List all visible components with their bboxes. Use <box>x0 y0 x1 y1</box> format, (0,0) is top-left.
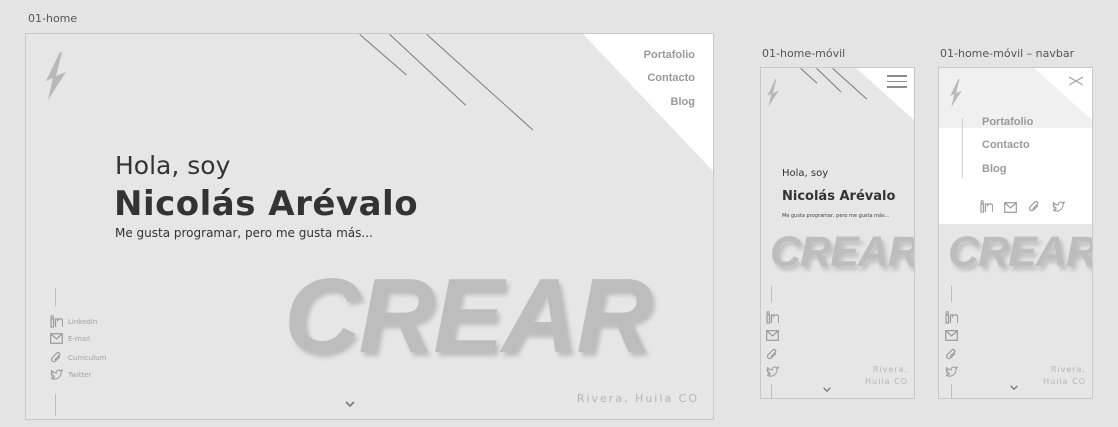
email-icon[interactable] <box>1004 202 1017 213</box>
paperclip-icon[interactable] <box>766 348 779 361</box>
twitter-icon <box>50 369 63 380</box>
linkedin-icon <box>50 315 63 328</box>
frame-label-mobile: 01-home-móvil <box>762 47 846 60</box>
close-icon[interactable] <box>1068 76 1084 86</box>
twitter-icon[interactable] <box>945 366 958 378</box>
social-divider <box>771 384 772 398</box>
social-divider <box>55 288 56 306</box>
chevron-down-icon[interactable] <box>1009 384 1019 391</box>
hero-name: Nicolás Arévalo <box>782 189 896 204</box>
hero-name: Nicolás Arévalo <box>114 184 419 224</box>
location-text: Rivera, Huila CO <box>576 392 699 405</box>
paperclip-icon[interactable] <box>945 348 958 361</box>
social-divider <box>55 394 56 416</box>
location-line2: Huila CO <box>1043 377 1086 386</box>
nav-contacto[interactable]: Contacto <box>647 72 695 84</box>
social-label: Curriculum <box>68 353 107 362</box>
social-label: LinkedIn <box>68 317 98 326</box>
hero-greeting: Hola, soy <box>782 168 829 179</box>
mobile-artboard: Hola, soy Nicolás Arévalo Me gusta progr… <box>760 67 915 399</box>
social-twitter[interactable]: Twitter <box>50 369 91 381</box>
twitter-icon[interactable] <box>766 366 779 378</box>
social-label: Twitter <box>68 371 92 379</box>
lightning-logo[interactable] <box>949 78 963 108</box>
hero-big-word: CREAR <box>284 257 653 375</box>
social-linkedin[interactable]: LinkedIn <box>50 315 97 328</box>
decor-line <box>359 34 407 76</box>
location-line2: Huila CO <box>865 377 908 386</box>
twitter-icon[interactable] <box>1052 201 1065 213</box>
menu-divider <box>962 118 963 178</box>
paperclip-icon <box>50 351 61 363</box>
decor-line <box>800 68 818 84</box>
social-divider <box>771 286 772 302</box>
hamburger-menu-icon[interactable] <box>887 75 907 92</box>
lightning-logo[interactable] <box>44 50 68 102</box>
mobile-navbar-artboard: Portafolio Contacto Blog CREAR Rivera, H… <box>938 67 1093 399</box>
nav-contacto[interactable]: Contacto <box>982 139 1030 151</box>
paperclip-icon[interactable] <box>1028 200 1041 213</box>
social-divider <box>951 384 952 398</box>
nav-portafolio[interactable]: Portafolio <box>982 116 1033 128</box>
hero-tagline: Me gusta programar, pero me gusta más... <box>782 213 890 219</box>
social-email[interactable]: E-mail <box>50 333 90 344</box>
hero-greeting: Hola, soy <box>115 151 231 180</box>
linkedin-icon[interactable] <box>766 311 779 324</box>
location-line1: Rivera, <box>1050 365 1086 374</box>
hero-big-word: CREAR <box>770 228 915 276</box>
hero-tagline: Me gusta programar, pero me gusta más... <box>115 226 373 240</box>
lightning-logo[interactable] <box>766 78 780 108</box>
nav-blog[interactable]: Blog <box>671 96 695 108</box>
linkedin-icon[interactable] <box>945 311 958 324</box>
desktop-artboard: Portafolio Contacto Blog Hola, soy Nicol… <box>25 33 714 420</box>
nav-portafolio[interactable]: Portafolio <box>644 49 695 61</box>
chevron-down-icon[interactable] <box>822 386 832 393</box>
linkedin-icon[interactable] <box>980 200 993 213</box>
frame-label-desktop: 01-home <box>28 12 78 25</box>
social-curriculum[interactable]: Curriculum <box>50 351 106 364</box>
email-icon[interactable] <box>945 330 958 341</box>
social-divider <box>951 286 952 302</box>
hero-big-word: CREAR <box>948 228 1093 276</box>
email-icon[interactable] <box>766 330 779 341</box>
social-label: E-mail <box>68 334 90 343</box>
frame-label-mobile-navbar: 01-home-móvil – navbar <box>940 47 1075 60</box>
nav-blog[interactable]: Blog <box>982 163 1006 175</box>
chevron-down-icon[interactable] <box>344 400 356 408</box>
email-icon <box>50 333 63 344</box>
location-line1: Rivera, <box>872 365 908 374</box>
